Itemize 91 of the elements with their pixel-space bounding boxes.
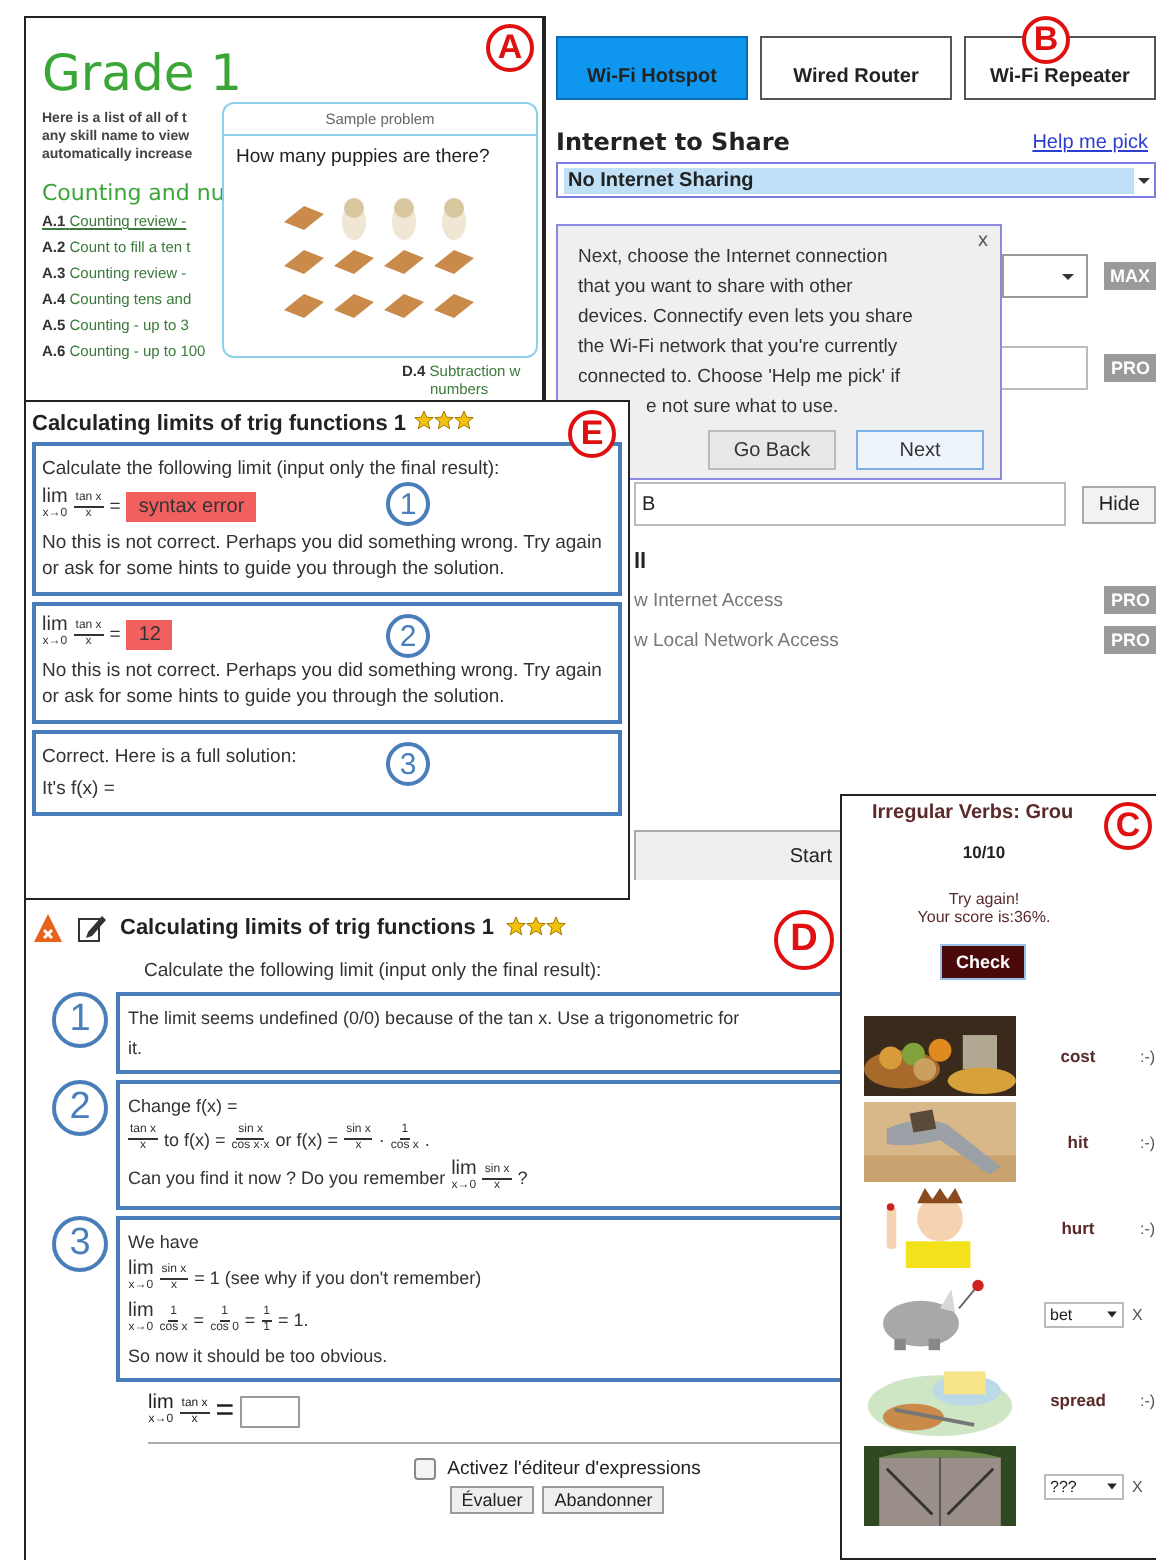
quiz-title: Irregular Verbs: Grou — [870, 802, 1076, 824]
tooltip-button[interactable]: Go Back — [708, 430, 836, 470]
option-label: w Internet Access — [634, 589, 783, 611]
result-mark: :-) — [1140, 1391, 1156, 1409]
annotation-letter: D — [774, 910, 834, 970]
verb-word: hit — [1065, 1132, 1091, 1152]
math-text: Change f(x) = — [128, 1094, 238, 1118]
form-button[interactable]: Évaluer — [449, 1486, 535, 1514]
annotation-number: 1 — [52, 992, 108, 1048]
mode-tab[interactable]: Wi-Fi Hotspot — [556, 36, 748, 100]
star-icon — [526, 915, 547, 935]
star-icon — [454, 410, 475, 430]
exercise-title: Calculating limits of trig functions 1 — [120, 916, 495, 940]
answer-value: syntax error — [126, 491, 257, 521]
feedback-text: Try again! Your score is:36%. — [915, 890, 1053, 926]
verb-select[interactable]: ??? — [1044, 1473, 1124, 1499]
result-mark: :-) — [1140, 1219, 1156, 1237]
close-button[interactable]: x — [978, 226, 988, 256]
exercise-title: Calculating limits of trig functions 1 — [32, 411, 407, 435]
verb-select[interactable]: bet — [1044, 1301, 1124, 1327]
annotation-number: 2 — [386, 614, 430, 658]
math-text: It's f(x) = — [42, 776, 115, 802]
math-text: We have — [128, 1230, 199, 1254]
prompt-text: Calculate the following limit (input only the final result): — [144, 960, 604, 982]
math-text: = — [215, 1394, 235, 1430]
math-text: No this is not correct. Perhaps you did something wrong. Try again or ask for some hints to guide you through the solution. — [42, 530, 604, 582]
result-mark: X — [1132, 1477, 1143, 1495]
input-field[interactable]: B — [634, 482, 1067, 526]
checkbox-label: Activez l'éditeur d'expressions — [447, 1458, 701, 1480]
verb-word: cost — [1058, 1046, 1098, 1066]
section-label: Internet to Share — [556, 128, 790, 156]
tooltip-text: e not sure what to use. — [644, 394, 841, 422]
check-button[interactable]: Check — [939, 944, 1026, 980]
pro-badge: PRO — [1104, 586, 1156, 614]
annotation-number: 3 — [386, 742, 430, 786]
help-link[interactable]: Help me pick — [1032, 131, 1156, 153]
mode-tab[interactable]: Wired Router — [760, 36, 952, 100]
math-text: = — [193, 1308, 205, 1332]
caret-icon — [1106, 1480, 1118, 1492]
edit-icon[interactable] — [76, 912, 108, 944]
section-label: ll — [634, 550, 649, 574]
math-text: Correct. Here is a full solution: — [42, 744, 297, 770]
result-mark: :-) — [1140, 1047, 1156, 1065]
math-text: . — [424, 1127, 430, 1151]
result-mark: :-) — [1140, 1133, 1156, 1151]
score-text: 10/10 — [960, 842, 1008, 862]
star-icon — [414, 410, 435, 430]
math-text: ? — [517, 1166, 528, 1190]
math-text: = 1 (see why if you don't remember) — [194, 1266, 482, 1290]
dropdown-field[interactable] — [1002, 254, 1088, 298]
math-text: No this is not correct. Perhaps you did something wrong. Try again or ask for some hints to guide you through the solution. — [42, 658, 604, 710]
math-text: Calculate the following limit (input only the final result): — [42, 456, 500, 482]
math-text: = — [109, 621, 121, 647]
pro-badge: PRO — [1104, 626, 1156, 654]
math-text: · — [378, 1127, 385, 1151]
max-badge: MAX — [1104, 262, 1156, 290]
annotation-letter: B — [1022, 16, 1070, 64]
pro-badge: PRO — [1104, 354, 1156, 382]
math-text: = 1. — [278, 1308, 309, 1332]
math-text: or f(x) = — [275, 1127, 339, 1151]
answer-value: 12 — [126, 619, 173, 649]
start-button[interactable]: Start — [634, 830, 842, 880]
math-text: to f(x) = — [164, 1127, 226, 1151]
hide-button[interactable]: Hide — [1082, 485, 1156, 523]
checkbox[interactable] — [413, 1458, 436, 1480]
star-icon — [434, 410, 455, 430]
annotation-letter: A — [486, 24, 534, 72]
option-label: w Local Network Access — [634, 629, 839, 651]
annotation-letter: C — [1104, 802, 1152, 850]
annotation-letter: E — [568, 410, 616, 458]
math-text: it. — [128, 1036, 143, 1060]
verb-word: spread — [1048, 1390, 1108, 1410]
annotation-number: 1 — [386, 482, 430, 526]
annotation-number: 3 — [52, 1216, 108, 1272]
tooltip-button[interactable]: Next — [856, 430, 984, 470]
answer-field[interactable] — [240, 1396, 301, 1428]
internet-select[interactable]: No Internet Sharing — [556, 162, 1156, 198]
result-mark: X — [1132, 1305, 1143, 1323]
warning-icon — [32, 912, 64, 944]
annotation-number: 2 — [52, 1080, 108, 1136]
math-text: Can you find it now ? Do you remember — [128, 1166, 446, 1190]
math-text: = — [109, 493, 121, 519]
form-button[interactable]: Abandonner — [542, 1486, 665, 1514]
caret-icon — [1106, 1308, 1118, 1320]
math-text: The limit seems undefined (0/0) because of the tan x. Use a trigonometric for — [128, 1006, 740, 1030]
star-icon — [506, 915, 527, 935]
star-icon — [546, 915, 567, 935]
math-text: = — [244, 1308, 256, 1332]
verb-word: hurt — [1059, 1218, 1097, 1238]
math-text: So now it should be too obvious. — [128, 1344, 388, 1368]
question-text: How many puppies are there? — [234, 144, 492, 172]
